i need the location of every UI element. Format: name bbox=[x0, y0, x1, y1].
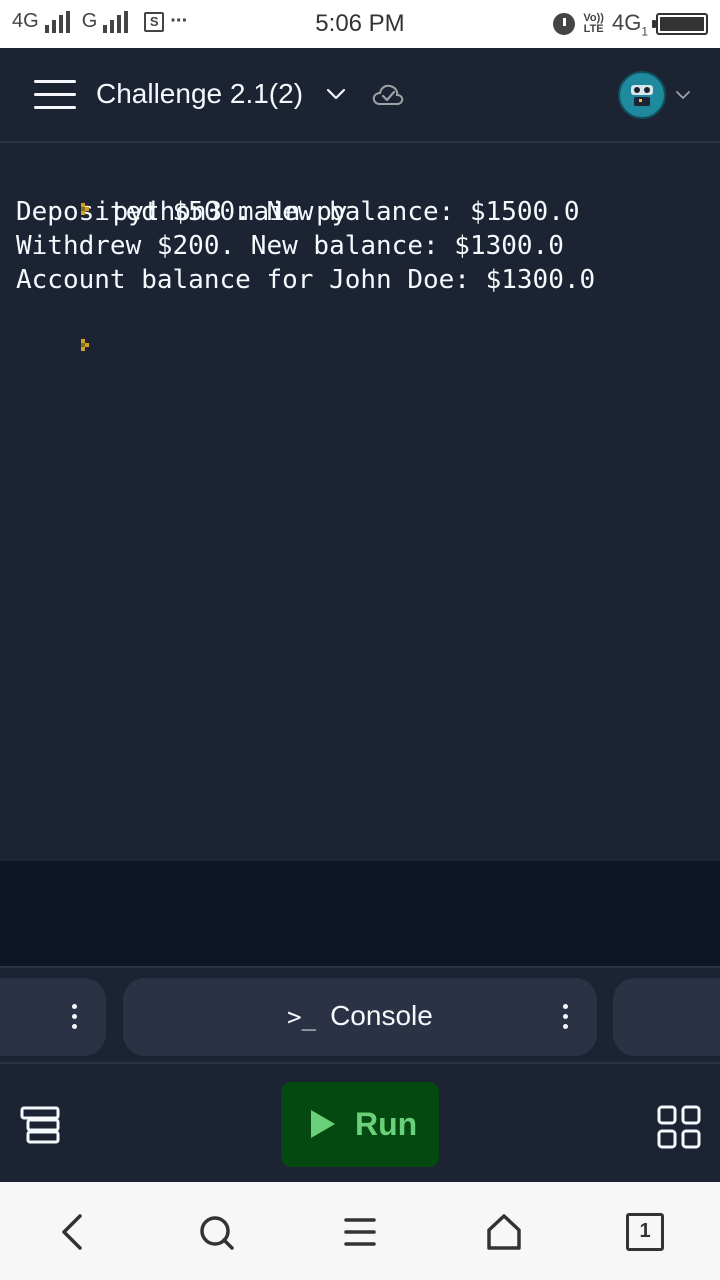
layers-icon[interactable] bbox=[18, 1104, 62, 1148]
back-icon[interactable] bbox=[50, 1210, 94, 1254]
avatar[interactable] bbox=[618, 71, 666, 119]
grid-icon[interactable] bbox=[656, 1104, 702, 1150]
system-nav-bar: 1 bbox=[0, 1182, 720, 1280]
command-line: python3 main.py bbox=[16, 161, 704, 227]
repl-title[interactable]: Challenge 2.1(2) bbox=[96, 78, 303, 110]
chevron-down-icon[interactable] bbox=[674, 86, 692, 104]
app-header: Challenge 2.1(2) bbox=[0, 48, 720, 143]
prompt-icon bbox=[80, 202, 97, 219]
alarm-icon bbox=[553, 13, 576, 36]
recent-apps-icon[interactable]: 1 bbox=[626, 1213, 664, 1251]
run-bar: Run bbox=[0, 1062, 720, 1182]
tab-options-icon[interactable] bbox=[70, 1004, 78, 1032]
robot-avatar-icon bbox=[631, 85, 653, 106]
run-label: Run bbox=[355, 1106, 418, 1142]
tab-next[interactable] bbox=[613, 978, 720, 1056]
tab-console[interactable]: >_ Console bbox=[123, 978, 597, 1056]
cloud-check-icon[interactable] bbox=[372, 82, 404, 108]
chevron-down-icon[interactable] bbox=[324, 82, 348, 106]
tabs-bar: >_ Console bbox=[0, 966, 720, 1062]
menu-icon[interactable] bbox=[34, 80, 78, 112]
terminal-icon: >_ bbox=[287, 1003, 317, 1031]
volte-icon: Vo)) LTE bbox=[583, 12, 604, 36]
input-line[interactable] bbox=[16, 297, 704, 351]
console-output[interactable]: python3 main.py Deposited $500. New bala… bbox=[0, 145, 720, 861]
tab-console-label: >_ Console bbox=[123, 1000, 597, 1032]
panel-divider bbox=[0, 861, 720, 966]
prompt-icon bbox=[80, 338, 97, 355]
menu-lines-icon[interactable] bbox=[338, 1210, 382, 1254]
output-line: Deposited $500. New balance: $1500.0 bbox=[16, 197, 580, 227]
tab-console-text: Console bbox=[330, 1000, 433, 1031]
output-line: Account balance for John Doe: $1300.0 bbox=[16, 265, 596, 295]
search-icon[interactable] bbox=[194, 1210, 238, 1254]
home-icon[interactable] bbox=[482, 1210, 526, 1254]
run-button[interactable]: Run bbox=[281, 1082, 439, 1167]
status-right: Vo)) LTE 4G1 bbox=[553, 10, 708, 38]
play-icon bbox=[311, 1110, 335, 1138]
battery-icon bbox=[652, 13, 708, 36]
output-line: Withdrew $200. New balance: $1300.0 bbox=[16, 231, 564, 261]
network-label-4g-right: 4G1 bbox=[611, 10, 648, 39]
status-bar: 4G G S ··· 5:06 PM Vo)) LTE 4G1 bbox=[0, 0, 720, 48]
tab-options-icon[interactable] bbox=[561, 1004, 569, 1032]
tab-previous[interactable] bbox=[0, 978, 106, 1056]
